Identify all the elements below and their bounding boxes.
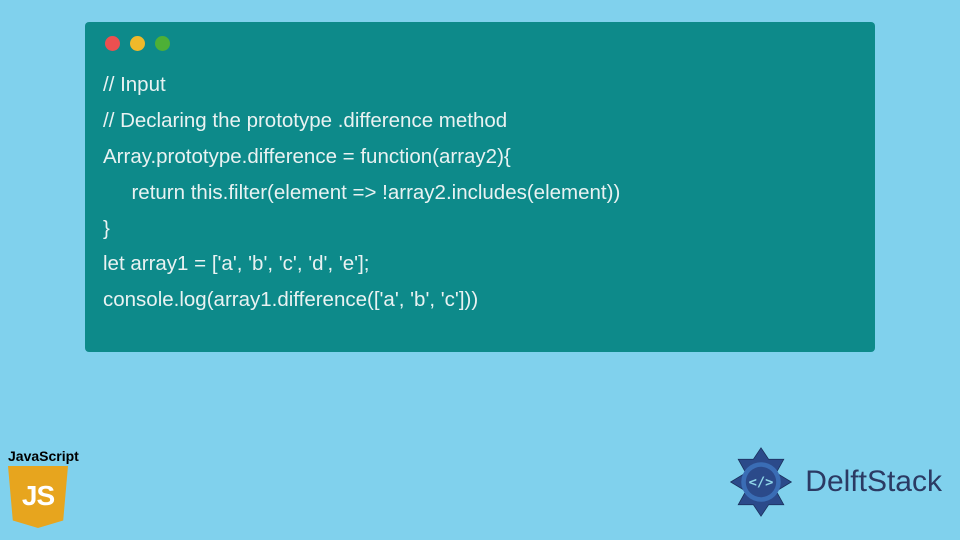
delft-brand: </> DelftStack	[723, 444, 942, 520]
maximize-icon	[155, 36, 170, 51]
javascript-logo-icon: JS	[8, 466, 68, 528]
close-icon	[105, 36, 120, 51]
code-window: // Input // Declaring the prototype .dif…	[85, 22, 875, 352]
svg-text:</>: </>	[749, 475, 774, 491]
window-dots	[105, 36, 857, 51]
delft-logo-icon: </>	[723, 444, 799, 520]
minimize-icon	[130, 36, 145, 51]
code-block: // Input // Declaring the prototype .dif…	[103, 67, 857, 318]
javascript-badge: JavaScript JS	[8, 448, 86, 528]
javascript-logo-text: JS	[22, 480, 54, 512]
javascript-label: JavaScript	[8, 448, 86, 464]
delft-brand-name: DelftStack	[805, 465, 942, 499]
